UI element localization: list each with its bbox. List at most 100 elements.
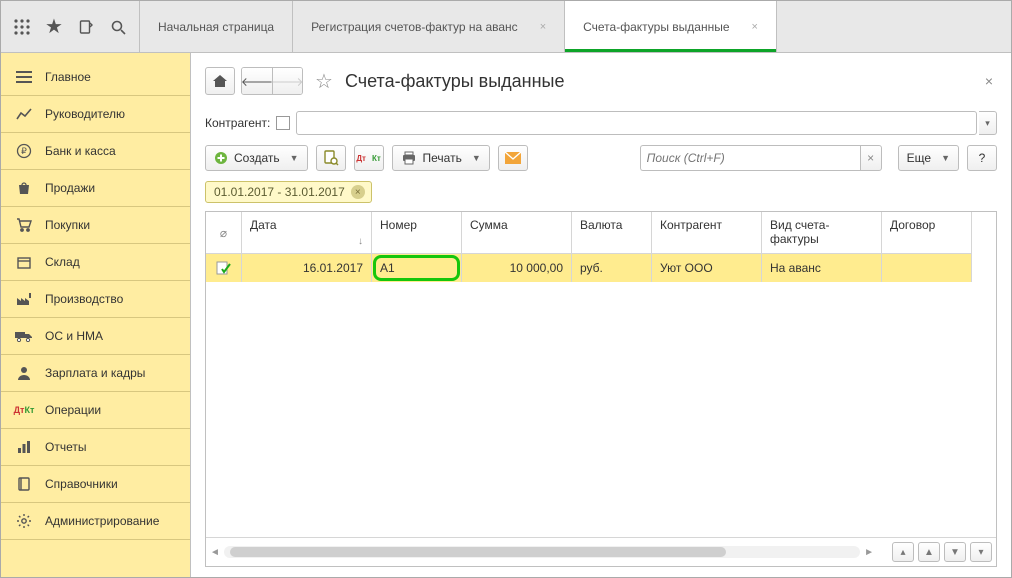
sidebar-item-admin[interactable]: Администрирование (1, 503, 190, 540)
cell-kind: На аванс (762, 254, 882, 282)
sidebar-item-warehouse[interactable]: Склад (1, 244, 190, 281)
counterparty-filter-input[interactable] (296, 111, 977, 135)
print-button[interactable]: Печать ▼ (392, 145, 490, 171)
nav-forward-button[interactable]: 🡒 (272, 68, 302, 94)
col-label: Дата (250, 218, 277, 232)
date-range-chip[interactable]: 01.01.2017 - 31.01.2017 × (205, 181, 372, 203)
counterparty-filter-label: Контрагент: (205, 116, 270, 130)
cell-currency: руб. (572, 254, 652, 282)
close-icon[interactable]: × (540, 21, 546, 33)
tab-invoice-registration[interactable]: Регистрация счетов-фактур на аванс × (293, 1, 565, 52)
sidebar-label: ОС и НМА (45, 329, 103, 343)
search-icon[interactable] (109, 18, 127, 36)
filter-row: Контрагент: ▾ (205, 111, 997, 135)
sidebar-item-main[interactable]: Главное (1, 59, 190, 96)
sidebar-label: Покупки (45, 218, 90, 232)
favorite-star-icon[interactable]: ☆ (315, 69, 333, 94)
more-button[interactable]: Еще ▼ (898, 145, 959, 171)
tab-issued-invoices[interactable]: Счета-фактуры выданные × (565, 1, 777, 52)
tab-label: Счета-фактуры выданные (583, 20, 729, 34)
col-label: Договор (890, 218, 935, 232)
print-button-label: Печать (423, 151, 462, 165)
sidebar-item-hr[interactable]: Зарплата и кадры (1, 355, 190, 392)
cell-counterparty: Уют ООО (652, 254, 762, 282)
tab-label: Начальная страница (158, 20, 274, 34)
toolbar: Создать ▼ ДтКт Печать ▼ × Еще (205, 145, 997, 171)
create-button-label: Создать (234, 151, 280, 165)
sidebar-label: Справочники (45, 477, 118, 491)
col-counterparty[interactable]: Контрагент (652, 212, 762, 254)
nav-back-button[interactable]: 🡐 (242, 68, 272, 94)
sort-asc-icon: ↓ (358, 236, 363, 247)
find-by-number-button[interactable] (316, 145, 346, 171)
main-panel: 🡐 🡒 ☆ Счета-фактуры выданные × Контраген… (191, 53, 1011, 577)
dtkt-button[interactable]: ДтКт (354, 145, 384, 171)
tab-label: Регистрация счетов-фактур на аванс (311, 20, 518, 34)
sidebar-label: Отчеты (45, 440, 86, 454)
factory-icon (15, 290, 33, 308)
title-row: 🡐 🡒 ☆ Счета-фактуры выданные × (205, 67, 997, 95)
bag-icon (15, 179, 33, 197)
apps-grid-icon[interactable] (13, 18, 31, 36)
cell-number: А1 (372, 254, 462, 282)
help-button-label: ? (979, 151, 986, 165)
col-label: Контрагент (660, 218, 722, 232)
col-attachment[interactable]: ⌀ (206, 212, 242, 254)
scroll-top-button[interactable]: ▴ (892, 542, 914, 562)
sidebar-item-directories[interactable]: Справочники (1, 466, 190, 503)
clear-date-icon[interactable]: × (351, 185, 365, 199)
sidebar-label: Склад (45, 255, 80, 269)
table-footer: ◄ ► ▴ ▲ ▼ ▾ (206, 537, 996, 566)
cell-attachment (206, 254, 242, 282)
cell-contract (882, 254, 972, 282)
horizontal-scrollbar[interactable] (224, 546, 860, 558)
sidebar-label: Банк и касса (45, 144, 116, 158)
cell-date: 16.01.2017 (242, 254, 372, 282)
counterparty-filter-dropdown[interactable]: ▾ (979, 111, 997, 135)
cell-sum: 10 000,00 (462, 254, 572, 282)
close-icon[interactable]: × (752, 21, 758, 33)
col-kind[interactable]: Вид счета-фактуры (762, 212, 882, 254)
ruble-icon: ₽ (15, 142, 33, 160)
page-title: Счета-фактуры выданные (345, 71, 565, 92)
help-button[interactable]: ? (967, 145, 997, 171)
counterparty-filter-checkbox[interactable] (276, 116, 290, 130)
sidebar-label: Зарплата и кадры (45, 366, 145, 380)
sidebar-label: Главное (45, 70, 91, 84)
scroll-bottom-button[interactable]: ▾ (970, 542, 992, 562)
tab-start-page[interactable]: Начальная страница (140, 1, 293, 52)
history-icon[interactable] (77, 18, 95, 36)
svg-text:₽: ₽ (21, 146, 27, 156)
sidebar-item-operations[interactable]: ДтКт Операции (1, 392, 190, 429)
sidebar-item-manager[interactable]: Руководителю (1, 96, 190, 133)
email-button[interactable] (498, 145, 528, 171)
search-input[interactable] (640, 145, 860, 171)
sidebar-label: Руководителю (45, 107, 125, 121)
sidebar-item-sales[interactable]: Продажи (1, 170, 190, 207)
create-button[interactable]: Создать ▼ (205, 145, 308, 171)
cart-icon (15, 216, 33, 234)
col-currency[interactable]: Валюта (572, 212, 652, 254)
table-header: ⌀ Дата ↓ Номер Сумма Валюта Контрагент В… (206, 212, 996, 254)
more-button-label: Еще (907, 151, 931, 165)
table-row[interactable]: 16.01.2017 А1 10 000,00 руб. Уют ООО На … (206, 254, 996, 282)
sidebar-item-production[interactable]: Производство (1, 281, 190, 318)
star-icon[interactable]: ★ (45, 18, 63, 36)
sidebar-item-purchases[interactable]: Покупки (1, 207, 190, 244)
col-sum[interactable]: Сумма (462, 212, 572, 254)
gear-icon (15, 512, 33, 530)
sidebar-item-reports[interactable]: Отчеты (1, 429, 190, 466)
scroll-down-button[interactable]: ▼ (944, 542, 966, 562)
sidebar-item-bank[interactable]: ₽ Банк и касса (1, 133, 190, 170)
search-group: × (640, 145, 882, 171)
sidebar-item-assets[interactable]: ОС и НМА (1, 318, 190, 355)
invoice-table: ⌀ Дата ↓ Номер Сумма Валюта Контрагент В… (205, 211, 997, 567)
search-clear-button[interactable]: × (860, 145, 882, 171)
col-contract[interactable]: Договор (882, 212, 972, 254)
close-panel-button[interactable]: × (981, 69, 997, 93)
home-button[interactable] (205, 67, 235, 95)
col-number[interactable]: Номер (372, 212, 462, 254)
book-icon (15, 475, 33, 493)
col-date[interactable]: Дата ↓ (242, 212, 372, 254)
scroll-up-button[interactable]: ▲ (918, 542, 940, 562)
